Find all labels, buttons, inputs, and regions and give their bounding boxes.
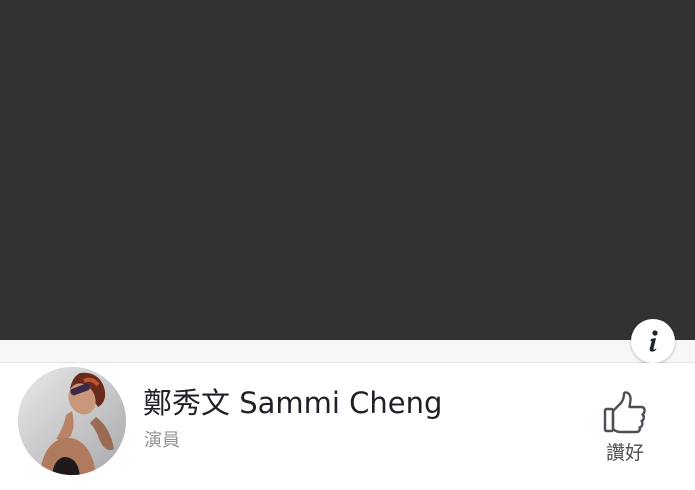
info-button[interactable] (631, 319, 675, 363)
like-button[interactable]: 讚好 (595, 387, 655, 471)
cover-photo[interactable] (0, 0, 695, 340)
like-button-label: 讚好 (605, 442, 644, 464)
profile-header: 鄭秀文 Sammi Cheng 演員 讚好 (0, 363, 695, 490)
profile-photo (18, 367, 126, 475)
page-title[interactable]: 鄭秀文 Sammi Cheng (143, 385, 442, 421)
info-icon (649, 330, 658, 352)
avatar[interactable] (18, 367, 126, 475)
cover-divider (0, 340, 695, 363)
page-screen: 鄭秀文 Sammi Cheng 演員 讚好 (0, 0, 695, 490)
page-category: 演員 (144, 430, 180, 451)
thumbs-up-icon (603, 391, 646, 434)
